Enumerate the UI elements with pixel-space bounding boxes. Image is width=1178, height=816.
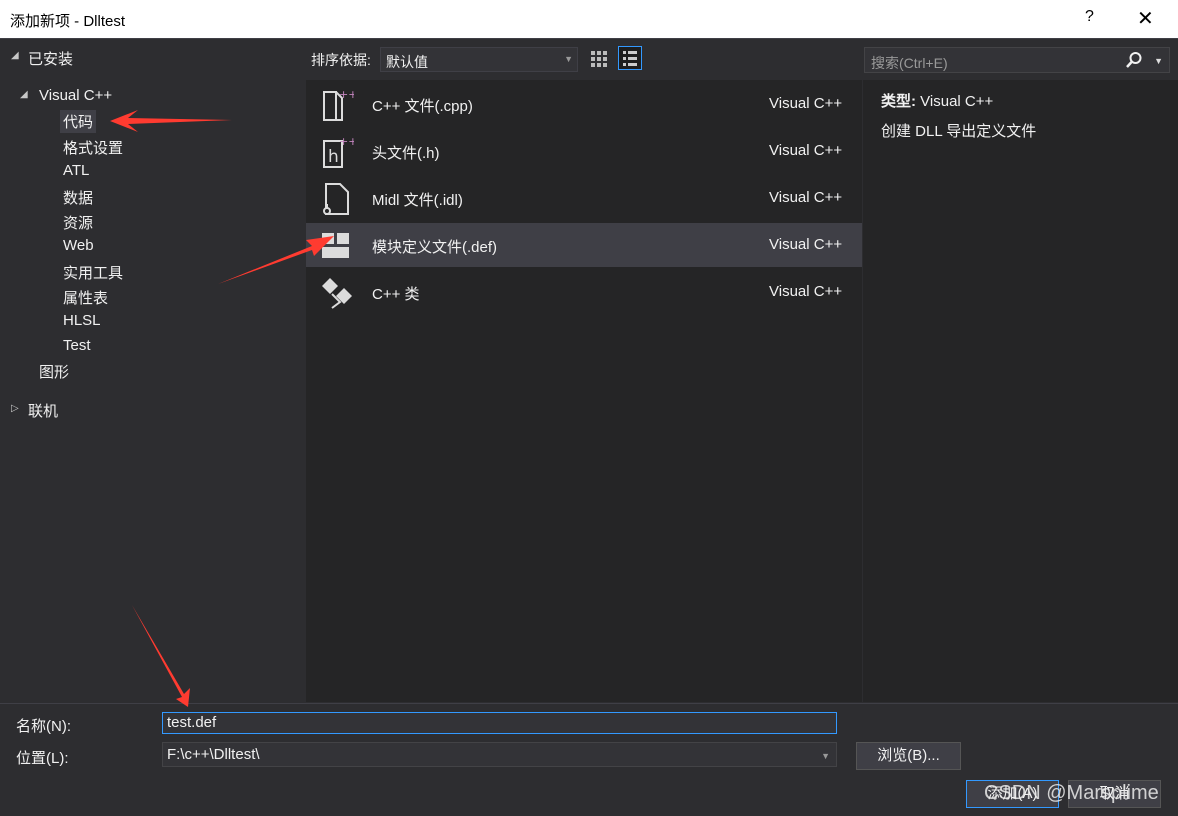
tree-item-installed[interactable]: 已安装 [28,48,73,69]
browse-button[interactable]: 浏览(B)... [856,742,961,770]
type-label: 类型: [881,93,916,110]
window-title: 添加新项 - Dlltest [10,13,126,30]
collapse-icon[interactable]: ◢ [20,89,28,100]
tree-item-code[interactable]: 代码 [60,110,97,133]
template-language: Visual C++ [769,189,843,206]
list-view-button[interactable] [618,46,642,70]
help-button[interactable]: ? [1085,8,1094,26]
tree-item-resource[interactable]: 资源 [63,212,93,233]
search-placeholder: 搜索(Ctrl+E) [871,55,948,71]
template-list: ++ C++ 文件(.cpp) Visual C++ h ++ 头文件(.h) … [306,80,862,702]
title-bar: 添加新项 - Dlltest ? ✕ [0,0,1178,38]
collapse-icon[interactable]: ◢ [11,50,19,61]
watermark-text: CSDN @Marsplime [984,782,1159,804]
tree-item-hlsl[interactable]: HLSL [63,312,101,329]
template-name: 模块定义文件(.def) [372,239,498,256]
tree-item-web[interactable]: Web [63,237,94,254]
template-item-cpp[interactable]: ++ C++ 文件(.cpp) Visual C++ [306,82,862,126]
module-def-icon [322,233,349,258]
search-icon[interactable] [1125,51,1143,69]
category-tree: ◢ 已安装 ◢ Visual C++ 代码 格式设置 ATL 数据 资源 Web… [0,39,306,703]
close-button[interactable]: ✕ [1137,6,1154,31]
template-language: Visual C++ [769,283,843,300]
list-view-icon [623,51,637,66]
cpp-class-icon [322,278,352,309]
svg-text:h: h [328,147,339,167]
tree-item-formatting[interactable]: 格式设置 [63,137,123,158]
bottom-divider [0,703,1178,704]
svg-text:++: ++ [339,88,354,101]
tree-item-graphics[interactable]: 图形 [39,361,69,382]
details-description: 创建 DLL 导出定义文件 [881,123,1037,140]
tree-item-test[interactable]: Test [63,337,91,354]
header-file-icon: h ++ [323,135,354,168]
expand-icon[interactable]: ▷ [11,403,19,414]
template-item-midl[interactable]: Midl 文件(.idl) Visual C++ [306,176,862,220]
chevron-down-icon[interactable]: ▼ [821,751,830,761]
details-pane: 类型: Visual C++ 创建 DLL 导出定义文件 [863,80,1178,702]
sort-value: 默认值 [386,54,428,70]
location-value: F:\c++\Dlltest\ [167,746,260,763]
tree-item-utility[interactable]: 实用工具 [63,262,123,283]
template-item-header[interactable]: h ++ 头文件(.h) Visual C++ [306,129,862,173]
chevron-down-icon: ▼ [564,54,573,64]
details-type: 类型: Visual C++ [881,90,993,111]
svg-text:++: ++ [339,135,354,148]
grid-view-icon[interactable] [588,48,610,70]
location-field[interactable]: F:\c++\Dlltest\ ▼ [162,742,837,767]
template-name: Midl 文件(.idl) [372,192,463,209]
template-item-cpp-class[interactable]: C++ 类 Visual C++ [306,270,862,314]
template-language: Visual C++ [769,236,843,253]
template-item-module-def[interactable]: 模块定义文件(.def) Visual C++ [306,223,862,267]
tree-item-visual-cpp[interactable]: Visual C++ [39,87,112,104]
tree-item-online[interactable]: 联机 [28,400,58,421]
search-input[interactable]: 搜索(Ctrl+E) ▼ [864,47,1170,73]
template-name: 头文件(.h) [372,145,440,162]
tree-item-atl[interactable]: ATL [63,162,89,179]
chevron-down-icon[interactable]: ▼ [1154,56,1163,66]
tree-item-property-sheet[interactable]: 属性表 [63,287,108,308]
name-field[interactable]: test.def [162,712,837,734]
type-value: Visual C++ [920,93,994,110]
template-name: C++ 文件(.cpp) [372,98,473,115]
sort-dropdown[interactable]: 默认值 ▼ [380,47,578,72]
midl-file-icon [323,183,349,215]
name-label: 名称(N): [16,718,71,735]
template-language: Visual C++ [769,95,843,112]
template-language: Visual C++ [769,142,843,159]
cpp-file-icon: ++ [323,88,354,121]
sort-label: 排序依据: [311,52,371,68]
location-label: 位置(L): [16,750,69,767]
tree-item-data[interactable]: 数据 [63,187,93,208]
template-name: C++ 类 [372,286,420,303]
